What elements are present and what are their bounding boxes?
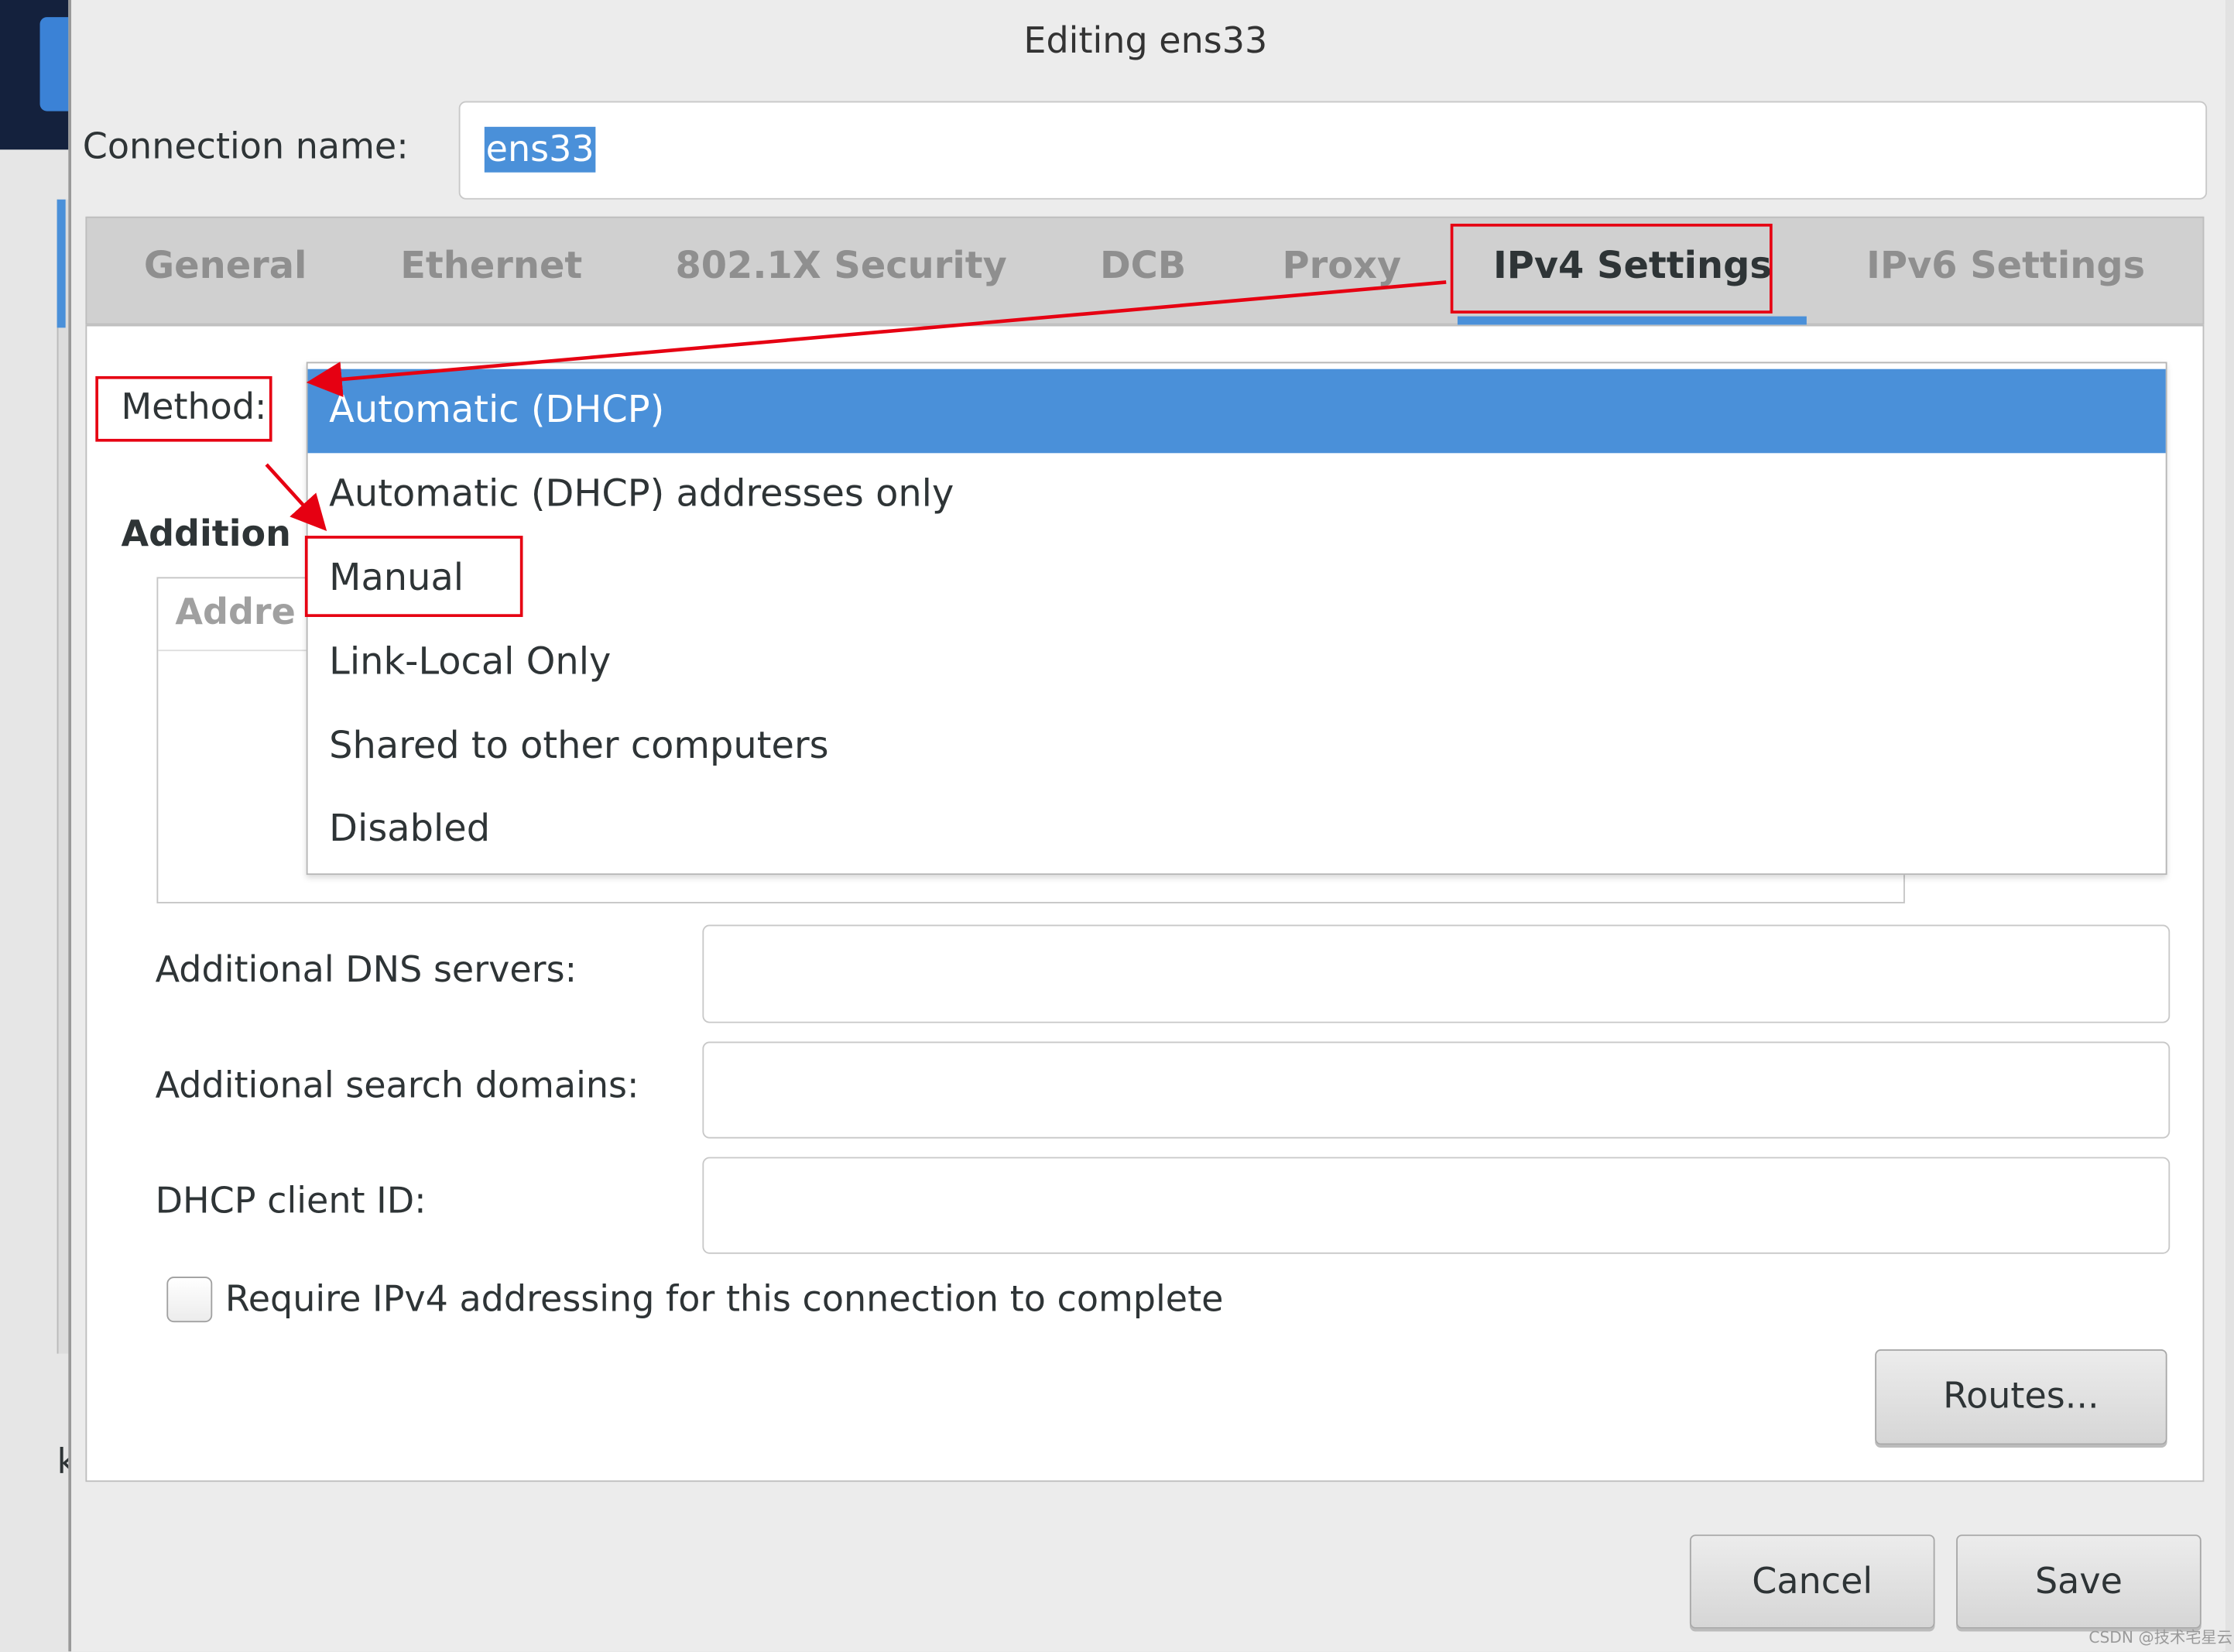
arrow-method-to-manual (265, 463, 327, 531)
watermark: CSDN @技术宅星云 (2088, 1628, 2232, 1647)
arrow-tab-to-dropdown (306, 280, 1447, 397)
annotation-arrows (265, 280, 1447, 531)
